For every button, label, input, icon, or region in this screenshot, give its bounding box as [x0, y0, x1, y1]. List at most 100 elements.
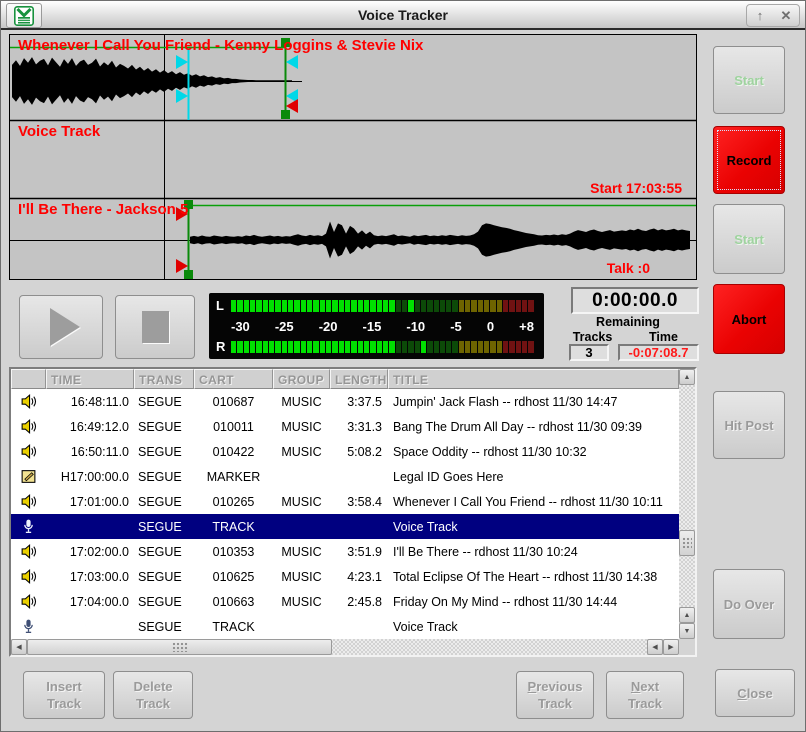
row-title: Jumpin' Jack Flash -- rdhost 11/30 14:47 [388, 395, 679, 409]
next-track-button[interactable]: Next Track [606, 671, 684, 719]
row-trans: SEGUE [134, 445, 194, 459]
delete-track-button[interactable]: Delete Track [113, 671, 193, 719]
row-group: MUSIC [273, 395, 330, 409]
log-row[interactable]: H17:00:00.0 SEGUE MARKER Legal ID Goes H… [11, 464, 679, 489]
hit-post-button[interactable]: Hit Post [713, 391, 785, 459]
row-cart: 010353 [194, 545, 273, 559]
header-time[interactable]: TIME [46, 369, 134, 389]
row-title: Voice Track [388, 620, 679, 634]
row-time: 17:01:00.0 [46, 495, 134, 509]
remaining-tracks-label: Tracks [557, 330, 628, 344]
scroll-left-icon[interactable]: ◀ [11, 639, 27, 655]
header-cart[interactable]: CART [194, 369, 273, 389]
play-button[interactable] [19, 295, 103, 359]
abort-button[interactable]: Abort [713, 284, 785, 354]
log-row[interactable]: 16:48:11.0 SEGUE 010687 MUSIC 3:37.5 Jum… [11, 389, 679, 414]
titlebar[interactable]: Voice Tracker ↑ ✕ [1, 1, 805, 30]
do-over-button[interactable]: Do Over [713, 569, 785, 639]
vertical-scrollbar[interactable]: ▲ ▲ ▼ [679, 369, 695, 639]
row-group: MUSIC [273, 420, 330, 434]
speaker-icon [11, 543, 46, 560]
scroll-left-icon[interactable]: ◀ [647, 639, 663, 655]
log-row[interactable]: SEGUE TRACK Voice Track [11, 514, 679, 539]
header-length[interactable]: LENGTH [330, 369, 388, 389]
mic-icon [11, 518, 46, 535]
stop-button[interactable] [115, 295, 195, 359]
remaining-tracks-value: 3 [569, 344, 609, 361]
fade-handle-icon[interactable] [281, 110, 290, 119]
log-viewport: TIME TRANS CART GROUP LENGTH TITLE 16:48… [11, 369, 679, 639]
vertical-scroll-thumb[interactable] [679, 530, 695, 556]
meter-scale-tick: -5 [450, 319, 462, 334]
log-row[interactable]: 17:04:00.0 SEGUE 010663 MUSIC 2:45.8 Fri… [11, 589, 679, 614]
horizontal-scroll-thumb[interactable] [27, 639, 332, 655]
segue-start-handle-icon[interactable] [176, 89, 188, 103]
shade-window-icon[interactable]: ↑ [747, 5, 773, 26]
marker-icon [11, 468, 46, 485]
thumb-grip [172, 642, 188, 652]
row-trans: SEGUE [134, 395, 194, 409]
row-title: I'll Be There -- rdhost 11/30 10:24 [388, 545, 679, 559]
start-track1-button[interactable]: Start [713, 46, 785, 114]
scroll-right-icon[interactable]: ▶ [663, 639, 679, 655]
header-title[interactable]: TITLE [388, 369, 679, 389]
row-trans: SEGUE [134, 520, 194, 534]
row-cart: 010687 [194, 395, 273, 409]
row-length: 3:31.3 [330, 420, 388, 434]
elapsed-time-display: 0:00:00.0 [571, 287, 699, 314]
log-header: TIME TRANS CART GROUP LENGTH TITLE [11, 369, 679, 389]
row-cart: 010265 [194, 495, 273, 509]
row-cart: 010011 [194, 420, 273, 434]
scrollbar-corner [679, 639, 695, 655]
speaker-icon [11, 418, 46, 435]
header-group[interactable]: GROUP [273, 369, 330, 389]
audio-level-meter: L -30-25-20-15-10-50+8 R [209, 293, 544, 359]
log-row[interactable]: 17:01:00.0 SEGUE 010265 MUSIC 3:58.4 Whe… [11, 489, 679, 514]
record-button[interactable]: Record [713, 126, 785, 194]
log-row[interactable]: 17:03:00.0 SEGUE 010625 MUSIC 4:23.1 Tot… [11, 564, 679, 589]
track-editor[interactable]: Whenever I Call You Friend - Kenny Loggi… [9, 34, 697, 280]
row-group: MUSIC [273, 595, 330, 609]
segue-end-handle-icon[interactable] [286, 55, 298, 69]
row-time: H17:00:00.0 [46, 470, 134, 484]
scroll-up-icon[interactable]: ▲ [679, 607, 695, 623]
meter-left-label: L [216, 298, 231, 313]
thumb-grip [682, 537, 692, 549]
previous-track-button[interactable]: Previous Track [516, 671, 594, 719]
scroll-up-icon[interactable]: ▲ [679, 369, 695, 385]
row-time: 17:03:00.0 [46, 570, 134, 584]
header-trans[interactable]: TRANS [134, 369, 194, 389]
remaining-panel: Remaining Tracks Time 3 -0:07:08.7 [557, 315, 699, 361]
row-title: Legal ID Goes Here [388, 470, 679, 484]
header-icon-col[interactable] [11, 369, 46, 389]
close-button[interactable]: Close [715, 669, 795, 717]
horizontal-scrollbar[interactable]: ◀ ◀ ▶ [11, 639, 679, 655]
row-cart: 010422 [194, 445, 273, 459]
log-row[interactable]: 16:50:11.0 SEGUE 010422 MUSIC 5:08.2 Spa… [11, 439, 679, 464]
row-trans: SEGUE [134, 620, 194, 634]
insert-track-button[interactable]: Insert Track [23, 671, 105, 719]
close-window-icon[interactable]: ✕ [773, 5, 799, 26]
speaker-icon [11, 443, 46, 460]
start-track3-button[interactable]: Start [713, 204, 785, 274]
log-row[interactable]: SEGUE TRACK Voice Track [11, 614, 679, 639]
log-row[interactable]: 16:49:12.0 SEGUE 010011 MUSIC 3:31.3 Ban… [11, 414, 679, 439]
row-trans: SEGUE [134, 495, 194, 509]
row-cart: 010663 [194, 595, 273, 609]
track2-title: Voice Track [18, 123, 100, 140]
segue-start-handle-icon[interactable] [176, 55, 188, 69]
row-title: Space Oddity -- rdhost 11/30 10:32 [388, 445, 679, 459]
track3-talk-label: Talk :0 [607, 260, 650, 276]
speaker-icon [11, 393, 46, 410]
fade-handle-icon[interactable] [184, 270, 193, 279]
remaining-time-label: Time [628, 330, 699, 344]
scroll-down-icon[interactable]: ▼ [679, 623, 695, 639]
log-row[interactable]: 17:02:00.0 SEGUE 010353 MUSIC 3:51.9 I'l… [11, 539, 679, 564]
app-menu-button[interactable] [6, 3, 42, 28]
row-cart: TRACK [194, 520, 273, 534]
mic-icon [11, 618, 46, 635]
row-time: 16:49:12.0 [46, 420, 134, 434]
row-time: 17:02:00.0 [46, 545, 134, 559]
track3-title: I'll Be There - Jackson 5 [18, 201, 188, 218]
speaker-icon [11, 593, 46, 610]
